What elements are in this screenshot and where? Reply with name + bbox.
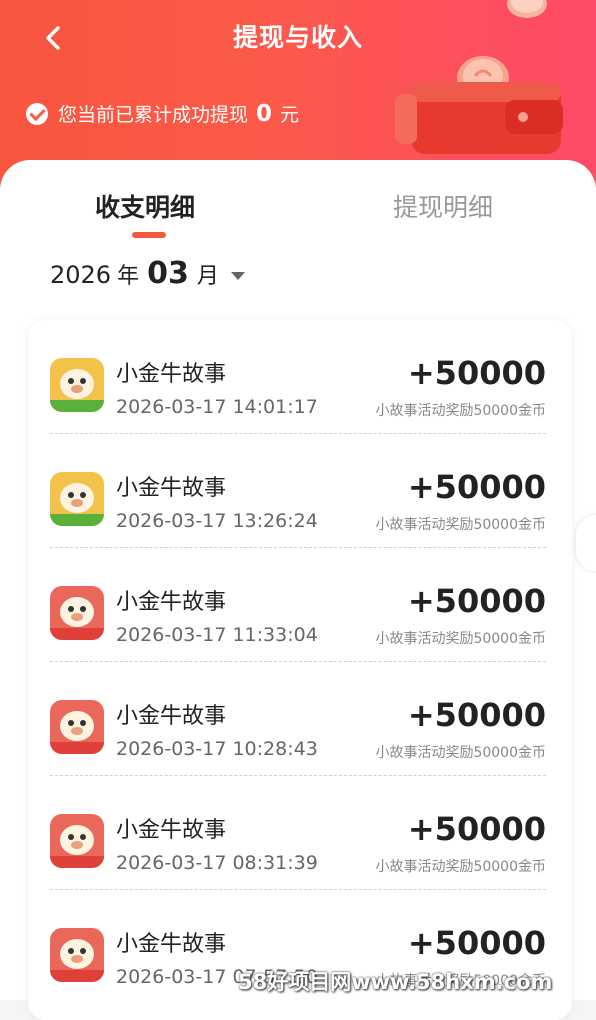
- month-selector-month-unit: 月: [196, 264, 219, 289]
- transaction-amount: +50000: [407, 354, 546, 392]
- transaction-description: 小故事活动奖励50000金币: [375, 859, 546, 875]
- transaction-description: 小故事活动奖励50000金币: [375, 517, 546, 533]
- transaction-list: 小金牛故事 2026-03-17 14:01:17 +50000 小故事活动奖励…: [28, 320, 572, 1020]
- transaction-amount: +50000: [407, 696, 546, 734]
- transaction-time: 2026-03-17 13:26:24: [116, 510, 318, 532]
- tab-withdraw-details[interactable]: 提现明细: [393, 188, 493, 224]
- transaction-row[interactable]: 小金牛故事 2026-03-17 11:33:04 +50000 小故事活动奖励…: [28, 548, 572, 662]
- tab-income-details[interactable]: 收支明细: [95, 188, 195, 224]
- transaction-description: 小故事活动奖励50000金币: [375, 631, 546, 647]
- app-logo-icon: [50, 358, 104, 412]
- transaction-name: 小金牛故事: [116, 590, 227, 615]
- app-logo-icon: [50, 586, 104, 640]
- transaction-time: 2026-03-17 14:01:17: [116, 396, 318, 418]
- transaction-row[interactable]: 小金牛故事 2026-03-17 13:26:24 +50000 小故事活动奖励…: [28, 434, 572, 548]
- transaction-time: 2026-03-17 08:31:39: [116, 852, 318, 874]
- withdraw-summary: 您当前已累计成功提现 0 元: [26, 100, 299, 127]
- transaction-name: 小金牛故事: [116, 362, 227, 387]
- transaction-description: 小故事活动奖励50000金币: [375, 403, 546, 419]
- transaction-time: 2026-03-17 10:28:43: [116, 738, 318, 760]
- app-logo-icon: [50, 928, 104, 982]
- withdraw-summary-amount: 0: [256, 100, 273, 127]
- month-selector-year: 2026: [50, 261, 112, 289]
- wallet-illustration-icon: [395, 56, 563, 154]
- transaction-description: 小故事活动奖励50000金币: [375, 745, 546, 761]
- withdraw-summary-unit: 元: [280, 104, 300, 126]
- transaction-amount: +50000: [407, 468, 546, 506]
- app-logo-icon: [50, 472, 104, 526]
- transaction-name: 小金牛故事: [116, 932, 227, 957]
- check-circle-icon: [26, 102, 48, 125]
- transaction-row[interactable]: 小金牛故事 2026-03-17 08:31:39 +50000 小故事活动奖励…: [28, 776, 572, 890]
- transaction-amount: +50000: [407, 810, 546, 848]
- app-logo-icon: [50, 814, 104, 868]
- transaction-time: 2026-03-17 11:33:04: [116, 624, 318, 646]
- watermark-text: 58好项目网www.58hxm.com: [238, 970, 553, 994]
- month-selector[interactable]: 2026 年 03 月: [50, 256, 245, 291]
- transaction-row[interactable]: 小金牛故事 2026-03-17 14:01:17 +50000 小故事活动奖励…: [28, 320, 572, 434]
- month-selector-year-unit: 年: [117, 264, 140, 289]
- transaction-name: 小金牛故事: [116, 818, 227, 843]
- month-selector-month: 03: [147, 256, 189, 291]
- app-logo-icon: [50, 700, 104, 754]
- transaction-name: 小金牛故事: [116, 704, 227, 729]
- transaction-row[interactable]: 小金牛故事 2026-03-17 10:28:43 +50000 小故事活动奖励…: [28, 662, 572, 776]
- caret-down-icon[interactable]: [230, 271, 245, 280]
- active-tab-indicator: [132, 232, 166, 238]
- transaction-amount: +50000: [407, 582, 546, 620]
- transaction-name: 小金牛故事: [116, 476, 227, 501]
- floating-side-handle[interactable]: [576, 515, 596, 571]
- withdraw-summary-label: 您当前已累计成功提现: [58, 104, 249, 126]
- transaction-amount: +50000: [407, 924, 546, 962]
